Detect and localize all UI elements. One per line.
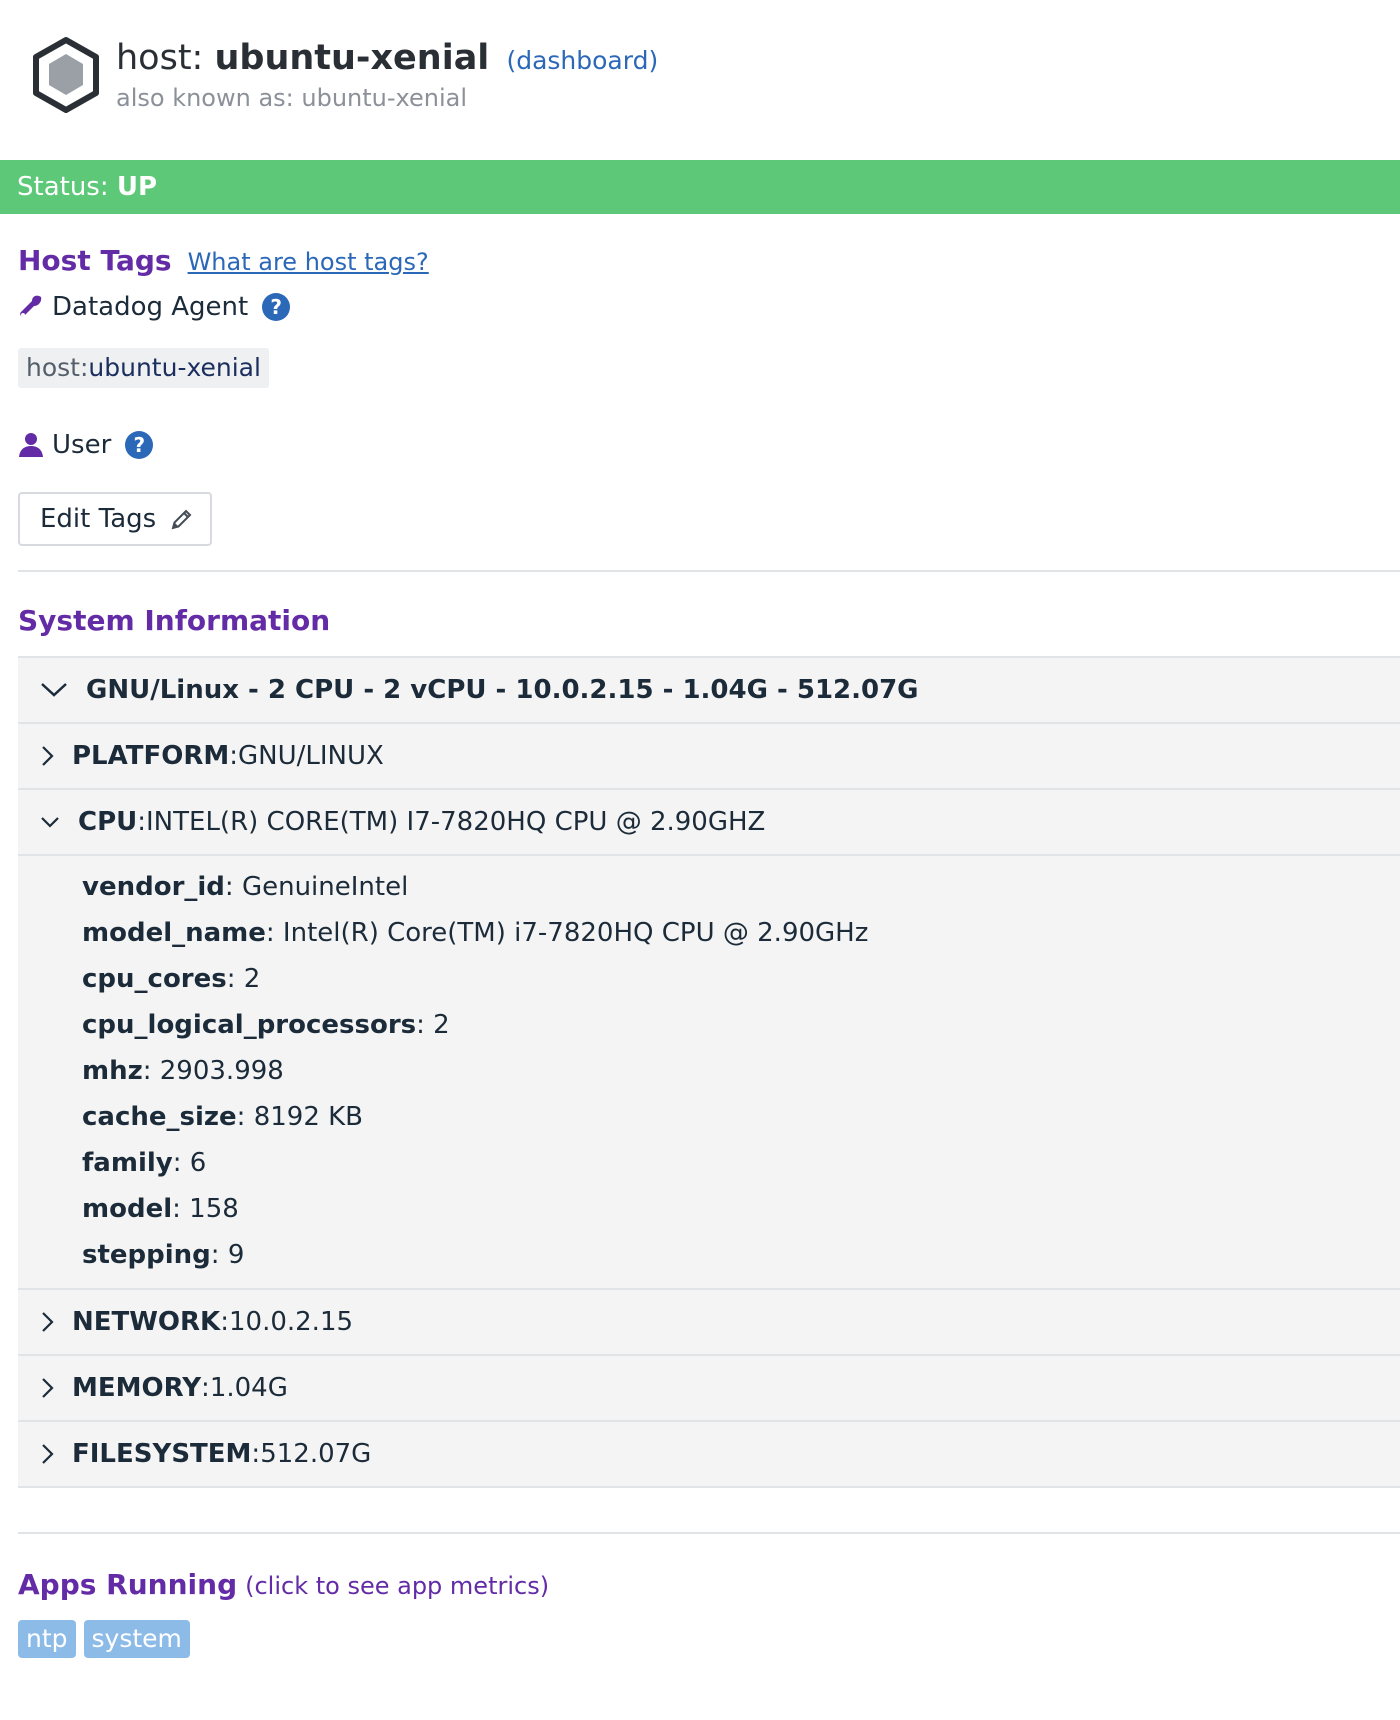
section-divider [18, 570, 1400, 572]
cpu-detail-row: model: 158 [82, 1186, 1400, 1232]
status-value: UP [116, 172, 158, 202]
section-key: MEMORY [72, 1373, 202, 1403]
host-header: host: ubuntu-xenial (dashboard) also kno… [30, 36, 658, 116]
detail-key: cpu_logical_processors [82, 1010, 417, 1040]
system-info-table: GNU/Linux - 2 CPU - 2 vCPU - 10.0.2.15 -… [18, 656, 1400, 1488]
host-tag-chip[interactable]: host:ubuntu-xenial [18, 348, 269, 388]
sys-section-cpu[interactable]: CPU : INTEL(R) CORE(TM) I7-7820HQ CPU @ … [18, 790, 1400, 856]
detail-key: model_name [82, 918, 266, 948]
section-key: FILESYSTEM [72, 1439, 252, 1469]
section-sep: : [251, 1439, 261, 1469]
dashboard-link[interactable]: (dashboard) [506, 46, 658, 75]
cpu-detail-row: vendor_id: GenuineIntel [82, 864, 1400, 910]
section-value: GNU/LINUX [237, 741, 384, 771]
sys-section-memory[interactable]: MEMORY : 1.04G [18, 1356, 1400, 1422]
chevron-right-icon [42, 746, 54, 766]
system-summary-row[interactable]: GNU/Linux - 2 CPU - 2 vCPU - 10.0.2.15 -… [18, 658, 1400, 724]
detail-value: : 158 [172, 1194, 239, 1224]
host-detail-page: host: ubuntu-xenial (dashboard) also kno… [0, 0, 1400, 1720]
tag-source-user: User ? [18, 430, 154, 460]
section-sep: : [201, 1373, 210, 1403]
system-summary: GNU/Linux - 2 CPU - 2 vCPU - 10.0.2.15 -… [86, 675, 919, 705]
cpu-details: vendor_id: GenuineIntel model_name: Inte… [18, 856, 1400, 1290]
system-info-title: System Information [18, 604, 331, 637]
chevron-down-icon [41, 683, 67, 697]
help-icon[interactable]: ? [125, 431, 154, 459]
detail-value: : 2 [416, 1010, 450, 1040]
detail-key: stepping [82, 1240, 211, 1270]
wrench-icon [20, 295, 42, 317]
section-divider [18, 1532, 1400, 1534]
chevron-down-icon [41, 817, 59, 828]
section-value: 1.04G [209, 1373, 288, 1403]
tag-key: host: [26, 353, 89, 382]
detail-value: : 6 [172, 1148, 207, 1178]
chevron-right-icon [42, 1444, 54, 1464]
host-title-block: host: ubuntu-xenial (dashboard) also kno… [116, 36, 658, 113]
detail-value: : 9 [210, 1240, 245, 1270]
chevron-right-icon [42, 1312, 54, 1332]
host-aliases: also known as: ubuntu-xenial [116, 84, 468, 112]
section-value: 10.0.2.15 [228, 1307, 354, 1337]
host-name: ubuntu-xenial [214, 38, 490, 78]
sys-section-filesystem[interactable]: FILESYSTEM : 512.07G [18, 1422, 1400, 1488]
apps-title: Apps Running [18, 1568, 238, 1601]
section-value: INTEL(R) CORE(TM) I7-7820HQ CPU @ 2.90GH… [146, 807, 766, 837]
detail-key: mhz [82, 1056, 143, 1086]
cpu-detail-row: cpu_logical_processors: 2 [82, 1002, 1400, 1048]
detail-key: cache_size [82, 1102, 237, 1132]
host-tags-heading: Host Tags What are host tags? [18, 244, 429, 277]
detail-key: cpu_cores [82, 964, 227, 994]
section-key: NETWORK [72, 1307, 221, 1337]
host-tags-title: Host Tags [18, 244, 172, 277]
help-icon[interactable]: ? [262, 293, 291, 321]
cpu-detail-row: cpu_cores: 2 [82, 956, 1400, 1002]
cpu-detail-row: mhz: 2903.998 [82, 1048, 1400, 1094]
tag-source-name: User [52, 430, 112, 460]
cpu-detail-row: stepping: 9 [82, 1232, 1400, 1278]
edit-tags-label: Edit Tags [40, 504, 157, 534]
hexagon-host-icon [33, 37, 99, 113]
detail-value: : 2 [226, 964, 261, 994]
app-chip-system[interactable]: system [83, 1620, 190, 1658]
section-sep: : [137, 807, 147, 837]
sys-section-platform[interactable]: PLATFORM : GNU/LINUX [18, 724, 1400, 790]
tag-source-name: Datadog Agent [52, 292, 249, 322]
section-key: PLATFORM [72, 741, 230, 771]
status-bar: Status: UP [0, 160, 1400, 214]
app-chip-ntp[interactable]: ntp [18, 1620, 76, 1658]
sys-section-network[interactable]: NETWORK : 10.0.2.15 [18, 1290, 1400, 1356]
detail-key: vendor_id [82, 872, 225, 902]
section-sep: : [220, 1307, 229, 1337]
edit-tags-button[interactable]: Edit Tags [18, 492, 212, 546]
apps-heading: Apps Running (click to see app metrics) [18, 1568, 549, 1601]
user-icon [19, 433, 43, 457]
host-prefix: host: [116, 38, 215, 78]
detail-key: model [82, 1194, 173, 1224]
detail-value: : Intel(R) Core(TM) i7-7820HQ CPU @ 2.90… [265, 918, 869, 948]
detail-key: family [82, 1148, 173, 1178]
section-sep: : [229, 741, 238, 771]
status-label: Status: [17, 172, 117, 202]
detail-value: : 8192 KB [236, 1102, 364, 1132]
apps-list: ntp system [18, 1620, 198, 1658]
detail-value: : 2903.998 [142, 1056, 284, 1086]
detail-value: : GenuineIntel [224, 872, 409, 902]
tag-source-datadog-agent: Datadog Agent ? [18, 292, 291, 322]
section-value: 512.07G [260, 1439, 372, 1469]
apps-hint: (click to see app metrics) [245, 1572, 550, 1600]
host-title: host: ubuntu-xenial (dashboard) [116, 36, 658, 83]
tag-value: ubuntu-xenial [88, 353, 261, 382]
section-key: CPU [78, 807, 138, 837]
pencil-icon [171, 509, 192, 530]
cpu-detail-row: model_name: Intel(R) Core(TM) i7-7820HQ … [82, 910, 1400, 956]
chevron-right-icon [42, 1378, 54, 1398]
cpu-detail-row: family: 6 [82, 1140, 1400, 1186]
cpu-detail-row: cache_size: 8192 KB [82, 1094, 1400, 1140]
host-tags-help-link[interactable]: What are host tags? [188, 248, 429, 276]
